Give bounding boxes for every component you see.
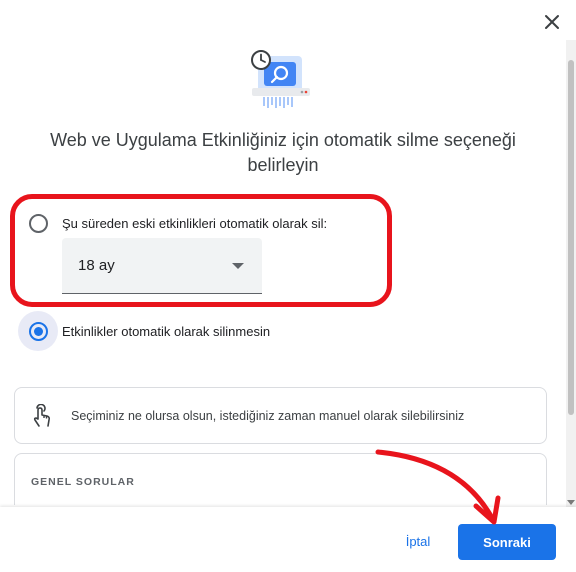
next-button[interactable]: Sonraki	[458, 524, 556, 560]
scrollbar[interactable]	[566, 40, 576, 507]
scroll-down-arrow-icon[interactable]	[567, 500, 575, 505]
dropdown-arrow-icon	[232, 262, 244, 269]
no-delete-option[interactable]: Etkinlikler otomatik olarak silinmesin	[18, 311, 270, 351]
dialog-footer: İptal Sonraki	[0, 507, 576, 572]
faq-card[interactable]: GENEL SORULAR	[14, 453, 547, 505]
auto-delete-radio[interactable]	[18, 203, 58, 243]
auto-delete-label: Şu süreden eski etkinlikleri otomatik ol…	[62, 215, 328, 231]
close-icon	[545, 15, 559, 29]
scrollbar-thumb[interactable]	[568, 60, 574, 415]
faq-title: GENEL SORULAR	[31, 476, 135, 488]
no-delete-radio[interactable]	[18, 311, 58, 351]
cancel-button[interactable]: İptal	[392, 526, 444, 556]
close-button[interactable]	[538, 8, 566, 36]
clock-shredder-icon	[251, 50, 310, 108]
info-text: Seçiminiz ne olursa olsun, istediğiniz z…	[71, 408, 465, 423]
dialog-title: Web ve Uygulama Etkinliğiniz için otomat…	[50, 130, 516, 175]
duration-value: 18 ay	[78, 257, 115, 274]
dialog-content: Web ve Uygulama Etkinliğiniz için otomat…	[0, 0, 566, 505]
auto-delete-option[interactable]: Şu süreden eski etkinlikleri otomatik ol…	[18, 203, 327, 243]
duration-select[interactable]: 18 ay	[62, 238, 262, 294]
hand-touch-icon	[33, 403, 51, 427]
info-card: Seçiminiz ne olursa olsun, istediğiniz z…	[14, 387, 547, 444]
no-delete-label: Etkinlikler otomatik olarak silinmesin	[62, 323, 271, 339]
